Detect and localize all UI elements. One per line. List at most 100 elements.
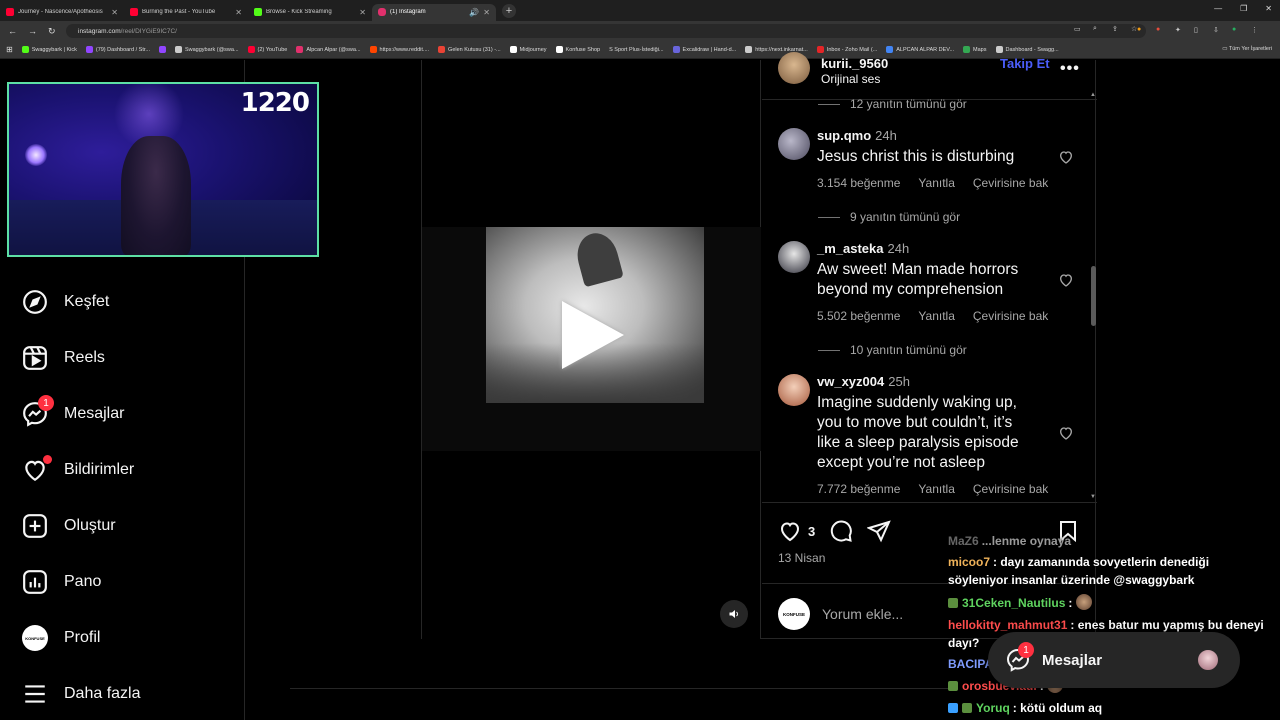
video-frame[interactable] — [422, 227, 761, 451]
badge-icon — [948, 681, 958, 691]
like-icon[interactable] — [778, 519, 802, 543]
play-icon[interactable] — [562, 301, 624, 369]
download-icon[interactable]: ⇩ — [1213, 26, 1222, 35]
comment-input[interactable]: Yorum ekle... — [822, 606, 903, 622]
bookmark-item[interactable]: Gelen Kutusu (31) -... — [438, 46, 501, 53]
translate-button[interactable]: Çevirisine bak — [973, 482, 1048, 496]
forward-arrow-icon[interactable]: → — [28, 26, 37, 37]
comment-likes[interactable]: 3.154 beğenme — [817, 176, 900, 190]
sidebar-item-reels[interactable]: Reels — [22, 345, 105, 371]
comment-likes[interactable]: 5.502 beğenme — [817, 309, 900, 323]
audio-label[interactable]: Orijinal ses — [821, 72, 880, 86]
bookmark-item[interactable]: Swaggybark | Kick — [21, 46, 77, 53]
scroll-up-icon[interactable]: ▲ — [1090, 92, 1096, 98]
all-bookmarks-folder[interactable]: ▭ Tüm Yer İşaretleri — [1222, 46, 1272, 52]
midjourney-favicon-icon — [509, 46, 517, 53]
view-replies-button[interactable]: 9 yanıtın tümünü gör — [818, 210, 960, 224]
follow-button[interactable]: Takip Et — [1000, 56, 1050, 71]
puzzle-icon[interactable]: ✦ — [1175, 26, 1184, 35]
close-tab-icon[interactable]: ✕ — [483, 8, 490, 17]
scroll-down-icon[interactable]: ▼ — [1090, 494, 1096, 500]
bookmark-item[interactable]: (2) YouTube — [247, 46, 287, 53]
translate-button[interactable]: Çevirisine bak — [973, 309, 1048, 323]
comment-like-icon[interactable] — [1058, 272, 1074, 288]
url-input[interactable]: instagram.com/reel/DIYGiE9IC7C/ — [66, 24, 1146, 38]
bookmark-item[interactable] — [158, 46, 166, 53]
bookmark-item[interactable]: (79) Dashboard / Str... — [85, 46, 150, 53]
bookmark-label: Swaggybark | Kick — [31, 46, 77, 53]
comment-like-icon[interactable] — [1058, 149, 1074, 165]
share-icon[interactable]: ⇪ — [1112, 25, 1121, 34]
reload-icon[interactable]: ↻ — [48, 26, 56, 37]
bookmark-label: Dashboard - Swagg... — [1005, 46, 1059, 53]
bookmark-item[interactable]: Inbox - Zoho Mail (... — [816, 46, 877, 53]
profile-icon[interactable]: ● — [1232, 26, 1241, 35]
speaker-icon[interactable]: 🔊 — [469, 8, 479, 17]
bookmark-item[interactable]: ALPCAN ALPAR DEV... — [886, 46, 954, 53]
comment-username[interactable]: vw_xyz004 — [817, 374, 884, 389]
browser-tab[interactable]: Burning the Past - YouTube ✕ — [124, 4, 248, 21]
bookmark-item[interactable]: Alpcan Alpar (@swa... — [296, 46, 361, 53]
bookmark-label: Alpcan Alpar (@swa... — [306, 46, 361, 53]
back-arrow-icon[interactable]: ← — [8, 26, 17, 37]
bookmark-item[interactable]: Dashboard - Swagg... — [995, 46, 1059, 53]
sidebar-item-notifications[interactable]: Bildirimler — [22, 455, 134, 483]
author-avatar[interactable] — [778, 52, 810, 84]
comment-avatar[interactable] — [778, 374, 810, 406]
sidebar-item-more[interactable]: Daha fazla — [22, 681, 141, 707]
bookmark-item[interactable]: https://www.reddit.... — [369, 46, 429, 53]
comment-avatar[interactable] — [778, 128, 810, 160]
close-tab-icon[interactable]: ✕ — [111, 8, 118, 17]
comment-avatar[interactable] — [778, 241, 810, 273]
bookmark-item[interactable]: Konfuse Shop — [555, 46, 600, 53]
bookmark-item[interactable]: Swaggybark (@swa... — [174, 46, 239, 53]
zoom-icon[interactable]: ⌕ — [1093, 25, 1102, 34]
sidebar-item-profile[interactable]: KONFUSE Profil — [22, 625, 100, 651]
bookmark-item[interactable]: Excalidraw | Hand-d... — [672, 46, 736, 53]
close-tab-icon[interactable]: ✕ — [359, 8, 366, 17]
kebab-menu-icon[interactable]: ⋮ — [1251, 26, 1260, 35]
sidebar-item-label: Daha fazla — [64, 685, 141, 702]
extension-icon[interactable]: ● — [1156, 26, 1165, 35]
apps-grid-icon[interactable]: ⊞ — [6, 45, 13, 54]
close-window-icon[interactable]: ✕ — [1265, 4, 1272, 13]
comment-username[interactable]: sup.qmo — [817, 128, 871, 143]
maximize-icon[interactable]: ❐ — [1240, 4, 1247, 13]
reply-button[interactable]: Yanıtla — [918, 482, 954, 496]
sidebar-item-dashboard[interactable]: Pano — [22, 569, 101, 595]
messages-floating-button[interactable]: 1 Mesajlar — [988, 632, 1240, 688]
share-send-icon[interactable] — [867, 519, 892, 543]
mute-button[interactable] — [720, 600, 748, 628]
new-tab-button[interactable]: + — [502, 3, 516, 18]
view-replies-button[interactable]: 12 yanıtın tümünü gör — [818, 97, 967, 111]
browser-tab[interactable]: Browse - Kick Streaming ✕ — [248, 4, 372, 21]
minimize-icon[interactable]: — — [1214, 4, 1222, 13]
bookmark-item[interactable]: Midjourney — [509, 46, 547, 53]
like-count[interactable]: 3 — [808, 524, 815, 539]
reply-button[interactable]: Yanıtla — [918, 176, 954, 190]
close-tab-icon[interactable]: ✕ — [235, 8, 242, 17]
comment-time: 25h — [888, 374, 910, 389]
sidebar-item-label: Reels — [64, 349, 105, 366]
author-username[interactable]: kurii._9560 — [821, 56, 888, 71]
install-app-icon[interactable]: ▭ — [1074, 25, 1083, 34]
replies-line — [818, 216, 840, 218]
translate-button[interactable]: Çevirisine bak — [973, 176, 1048, 190]
sidebar-icon[interactable]: ▯ — [1194, 26, 1203, 35]
sidebar-item-messages[interactable]: 1 Mesajlar — [22, 395, 124, 427]
browser-tab[interactable]: Journey - Nascence/Apotheosis ✕ — [0, 4, 124, 21]
comment-likes[interactable]: 7.772 beğenme — [817, 482, 900, 496]
browser-tab-active[interactable]: (1) Instagram 🔊 ✕ — [372, 3, 496, 21]
bookmark-item[interactable]: Maps — [963, 46, 987, 53]
more-options-icon[interactable]: ••• — [1060, 60, 1080, 78]
sidebar-item-create[interactable]: Oluştur — [22, 513, 116, 539]
reply-button[interactable]: Yanıtla — [918, 309, 954, 323]
comments-scrollbar[interactable] — [1091, 266, 1096, 326]
comment-username[interactable]: _m_asteka — [817, 241, 884, 256]
sidebar-item-explore[interactable]: Keşfet — [22, 289, 109, 315]
comment-icon[interactable] — [829, 519, 853, 543]
view-replies-button[interactable]: 10 yanıtın tümünü gör — [818, 343, 967, 357]
comment-like-icon[interactable] — [1058, 425, 1074, 441]
extension-icon[interactable]: ● — [1137, 26, 1146, 35]
bookmark-item[interactable]: S Sport Plus-İstediği... — [609, 47, 663, 53]
